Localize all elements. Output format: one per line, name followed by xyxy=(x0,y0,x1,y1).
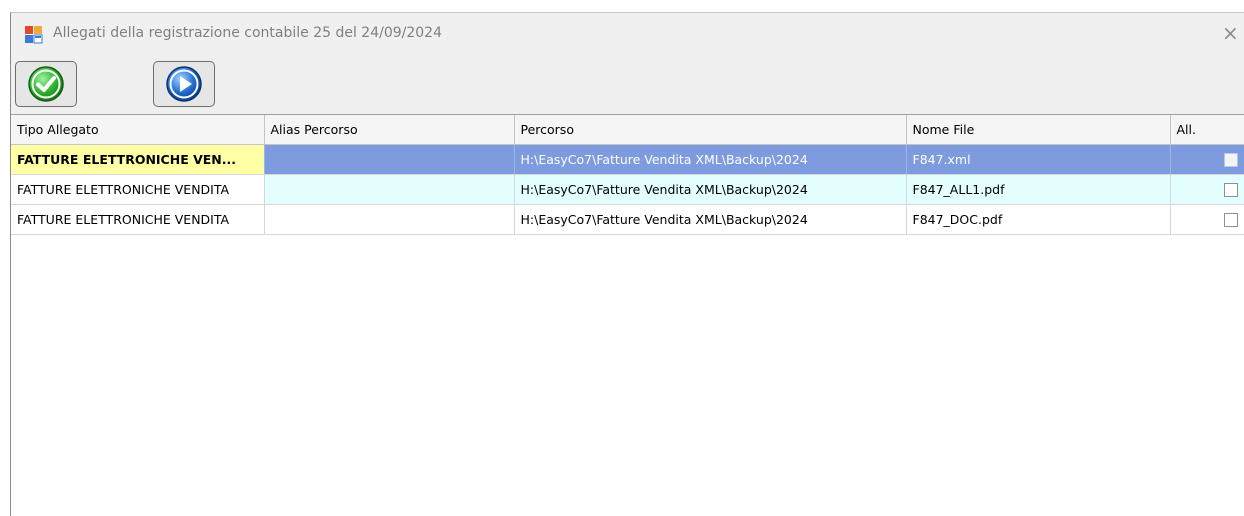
cell-alias-percorso[interactable] xyxy=(264,174,515,205)
cell-all xyxy=(1170,174,1244,205)
table-row[interactable]: FATTURE ELETTRONICHE VEN... H:\EasyCo7\F… xyxy=(11,144,1244,175)
cell-tipo-allegato[interactable]: FATTURE ELETTRONICHE VENDITA xyxy=(11,174,265,205)
close-button[interactable]: × xyxy=(1222,19,1244,47)
cell-tipo-allegato[interactable]: FATTURE ELETTRONICHE VEN... xyxy=(11,144,265,175)
play-icon xyxy=(166,66,202,102)
column-header-alias-percorso[interactable]: Alias Percorso xyxy=(264,115,515,145)
column-header-all[interactable]: All. xyxy=(1170,115,1244,145)
confirm-button[interactable] xyxy=(15,61,77,107)
cell-nome-file[interactable]: F847.xml xyxy=(906,144,1171,175)
check-icon xyxy=(28,66,64,102)
app-window-icon xyxy=(25,26,43,44)
column-header-percorso[interactable]: Percorso xyxy=(514,115,907,145)
all-checkbox[interactable] xyxy=(1223,183,1238,198)
cell-alias-percorso[interactable] xyxy=(264,144,515,175)
window-title: Allegati della registrazione contabile 2… xyxy=(53,25,442,41)
cell-nome-file[interactable]: F847_DOC.pdf xyxy=(906,204,1171,235)
cell-tipo-allegato[interactable]: FATTURE ELETTRONICHE VENDITA xyxy=(11,204,265,235)
all-checkbox[interactable] xyxy=(1223,153,1238,168)
table-row[interactable]: FATTURE ELETTRONICHE VENDITA H:\EasyCo7\… xyxy=(11,204,1244,235)
cell-percorso[interactable]: H:\EasyCo7\Fatture Vendita XML\Backup\20… xyxy=(514,174,907,205)
cell-all xyxy=(1170,204,1244,235)
cell-nome-file[interactable]: F847_ALL1.pdf xyxy=(906,174,1171,205)
cell-percorso[interactable]: H:\EasyCo7\Fatture Vendita XML\Backup\20… xyxy=(514,204,907,235)
attachments-table: Tipo Allegato Alias Percorso Percorso No… xyxy=(11,115,1244,235)
all-checkbox[interactable] xyxy=(1223,213,1238,228)
cell-alias-percorso[interactable] xyxy=(264,204,515,235)
column-header-tipo-allegato[interactable]: Tipo Allegato xyxy=(11,115,265,145)
cell-percorso[interactable]: H:\EasyCo7\Fatture Vendita XML\Backup\20… xyxy=(514,144,907,175)
attachments-grid[interactable]: Tipo Allegato Alias Percorso Percorso No… xyxy=(11,114,1244,516)
cell-all xyxy=(1170,144,1244,175)
column-header-nome-file[interactable]: Nome File xyxy=(906,115,1171,145)
title-bar: Allegati della registrazione contabile 2… xyxy=(11,13,1244,59)
next-button[interactable] xyxy=(153,61,215,107)
table-row[interactable]: FATTURE ELETTRONICHE VENDITA H:\EasyCo7\… xyxy=(11,174,1244,205)
table-header-row: Tipo Allegato Alias Percorso Percorso No… xyxy=(11,115,1244,145)
toolbar xyxy=(11,59,1244,114)
dialog-window: Allegati della registrazione contabile 2… xyxy=(10,12,1244,516)
